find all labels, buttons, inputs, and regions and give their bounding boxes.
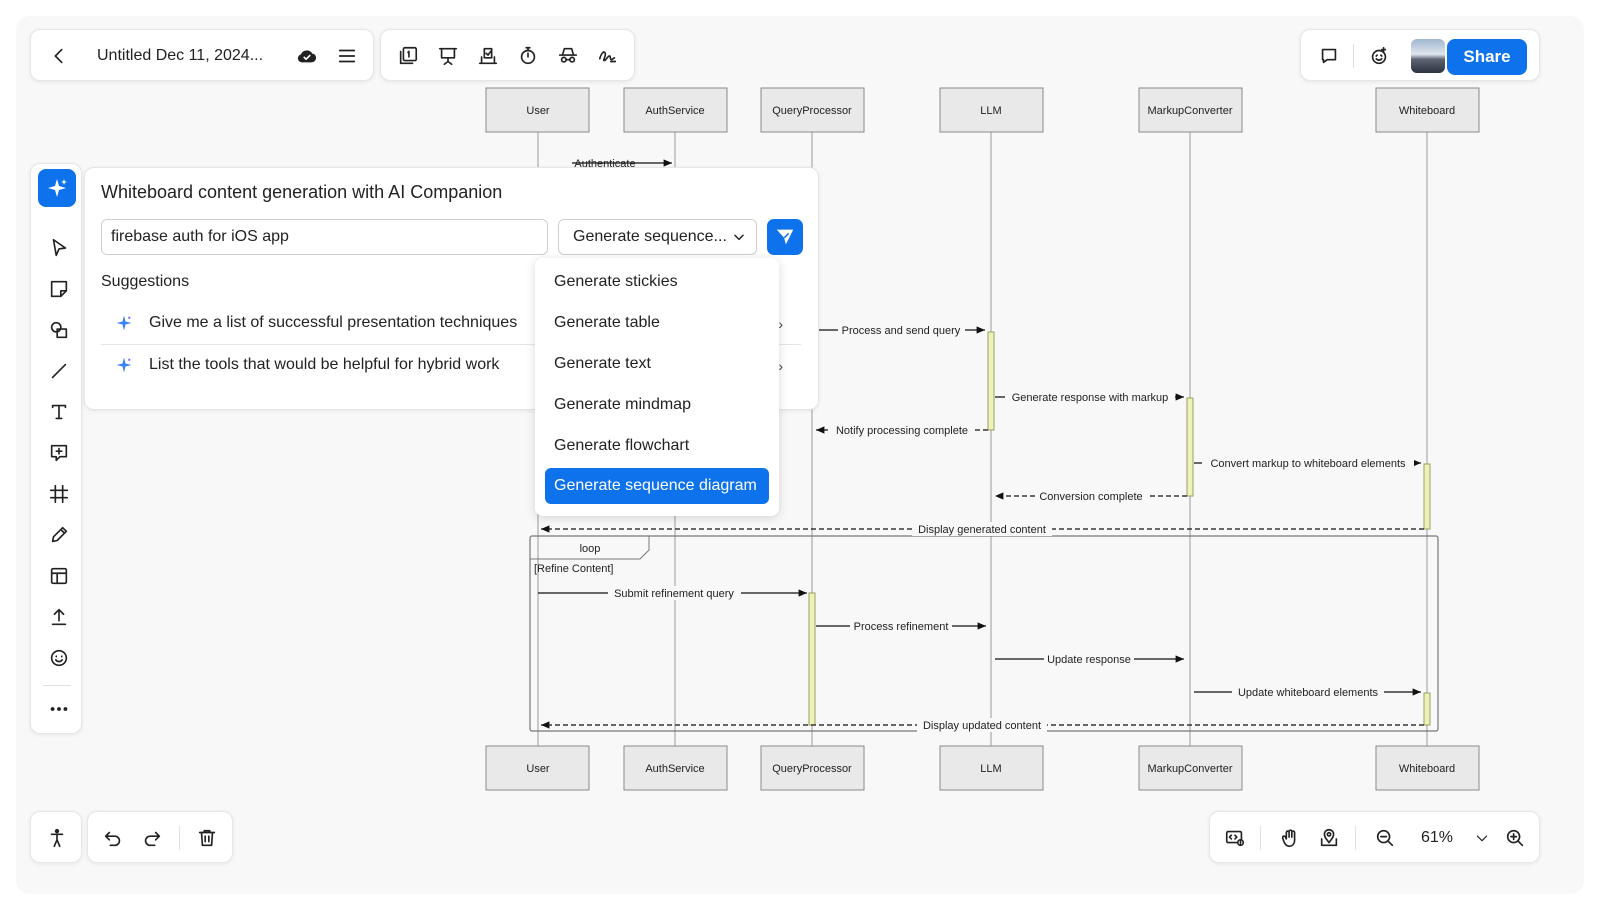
ai-companion-button[interactable] xyxy=(38,169,76,207)
suggestion-text: Give me a list of successful presentatio… xyxy=(149,314,518,331)
message-label: Conversion complete xyxy=(1039,491,1142,503)
generate-type-select[interactable]: Generate sequence... xyxy=(558,219,757,255)
zoom-panel: 61% xyxy=(1209,811,1540,863)
chevron-down-icon xyxy=(734,234,744,241)
delete-icon[interactable] xyxy=(191,822,223,854)
frame-tool-icon[interactable] xyxy=(45,480,73,508)
chevron-right-icon: › xyxy=(778,316,783,332)
option-generate-stickies[interactable]: Generate stickies xyxy=(545,264,769,300)
header-panel: Untitled Dec 11, 2024... xyxy=(30,29,374,81)
participant-queryprocessor: QueryProcessor xyxy=(772,763,852,775)
message-label: Process refinement xyxy=(854,621,949,633)
message-label: Display generated content xyxy=(918,524,1046,536)
top-right-panel: Share xyxy=(1300,29,1540,81)
sticky-note-icon[interactable] xyxy=(45,275,73,303)
option-generate-table[interactable]: Generate table xyxy=(545,305,769,341)
share-button[interactable]: Share xyxy=(1447,39,1527,75)
sequence-diagram[interactable]: loop [Refine Content] Authenticate Proce… xyxy=(0,0,1600,909)
signature-icon[interactable] xyxy=(592,40,624,72)
zoom-dropdown-chevron-icon[interactable] xyxy=(1466,822,1498,854)
accessibility-panel xyxy=(30,811,82,863)
accessibility-icon[interactable] xyxy=(41,822,73,854)
message-label: Generate response with markup xyxy=(1012,392,1169,404)
code-view-icon[interactable] xyxy=(1219,822,1251,854)
vote-icon[interactable] xyxy=(472,40,504,72)
prompt-value: firebase auth for iOS app xyxy=(111,228,289,245)
suggestion-text: List the tools that would be helpful for… xyxy=(149,356,500,373)
option-generate-mindmap[interactable]: Generate mindmap xyxy=(545,387,769,423)
sparkle-icon xyxy=(116,357,132,373)
loop-label: loop xyxy=(580,543,601,555)
ai-panel-title: Whiteboard content generation with AI Co… xyxy=(101,182,503,202)
participant-user: User xyxy=(526,763,550,775)
shapes-icon[interactable] xyxy=(45,316,73,344)
selected-generate-type: Generate sequence... xyxy=(573,228,727,245)
select-tool-icon[interactable] xyxy=(45,234,73,262)
message-label: Display updated content xyxy=(923,720,1041,732)
zoom-level[interactable]: 61% xyxy=(1421,829,1453,847)
message-label: Update response xyxy=(1047,654,1131,666)
redo-icon[interactable] xyxy=(136,822,168,854)
upload-icon[interactable] xyxy=(45,603,73,631)
document-title[interactable]: Untitled Dec 11, 2024... xyxy=(97,47,263,65)
left-toolbar xyxy=(30,163,82,734)
generate-type-dropdown: Generate stickies Generate table Generat… xyxy=(535,258,779,516)
zoom-in-icon[interactable] xyxy=(1499,822,1531,854)
menu-icon[interactable] xyxy=(331,40,363,72)
participant-whiteboard: Whiteboard xyxy=(1399,105,1455,117)
reactions-icon[interactable] xyxy=(1363,40,1395,72)
comment-icon[interactable] xyxy=(1313,40,1345,72)
participant-user: User xyxy=(526,105,550,117)
option-generate-text[interactable]: Generate text xyxy=(545,346,769,382)
participant-llm: LLM xyxy=(980,763,1001,775)
message-label: Convert markup to whiteboard elements xyxy=(1210,458,1406,470)
participant-markupconverter: MarkupConverter xyxy=(1148,763,1233,775)
participant-markupconverter: MarkupConverter xyxy=(1148,105,1233,117)
participant-llm: LLM xyxy=(980,105,1001,117)
line-tool-icon[interactable] xyxy=(45,357,73,385)
sparkle-icon xyxy=(116,315,132,331)
participant-authservice: AuthService xyxy=(645,763,704,775)
cloud-sync-icon[interactable] xyxy=(291,40,323,72)
suggestions-heading: Suggestions xyxy=(101,273,190,290)
incognito-icon[interactable] xyxy=(552,40,584,72)
participant-whiteboard: Whiteboard xyxy=(1399,763,1455,775)
undo-icon[interactable] xyxy=(97,822,129,854)
map-pin-icon[interactable] xyxy=(1313,822,1345,854)
more-icon[interactable] xyxy=(45,695,73,723)
prompt-input[interactable]: firebase auth for iOS app xyxy=(101,219,548,255)
back-icon[interactable] xyxy=(43,40,75,72)
send-button[interactable] xyxy=(767,219,803,255)
hand-pan-icon[interactable] xyxy=(1274,822,1306,854)
message-label: Submit refinement query xyxy=(614,588,734,600)
pen-tool-icon[interactable] xyxy=(45,521,73,549)
pages-icon[interactable] xyxy=(392,40,424,72)
present-icon[interactable] xyxy=(432,40,464,72)
chevron-right-icon: › xyxy=(778,358,783,374)
option-generate-sequence-diagram[interactable]: Generate sequence diagram xyxy=(545,468,769,504)
templates-icon[interactable] xyxy=(45,562,73,590)
comment-tool-icon[interactable] xyxy=(45,439,73,467)
message-label: Notify processing complete xyxy=(836,425,968,437)
timer-icon[interactable] xyxy=(512,40,544,72)
avatar[interactable] xyxy=(1411,39,1445,73)
top-toolbar xyxy=(380,29,635,81)
participant-queryprocessor: QueryProcessor xyxy=(772,105,852,117)
option-generate-flowchart[interactable]: Generate flowchart xyxy=(545,428,769,464)
message-label: Process and send query xyxy=(842,325,961,337)
emoji-icon[interactable] xyxy=(45,644,73,672)
message-label: Update whiteboard elements xyxy=(1238,687,1379,699)
text-tool-icon[interactable] xyxy=(45,398,73,426)
participant-authservice: AuthService xyxy=(645,105,704,117)
loop-condition: [Refine Content] xyxy=(534,563,614,575)
zoom-out-icon[interactable] xyxy=(1369,822,1401,854)
history-panel xyxy=(87,811,233,863)
